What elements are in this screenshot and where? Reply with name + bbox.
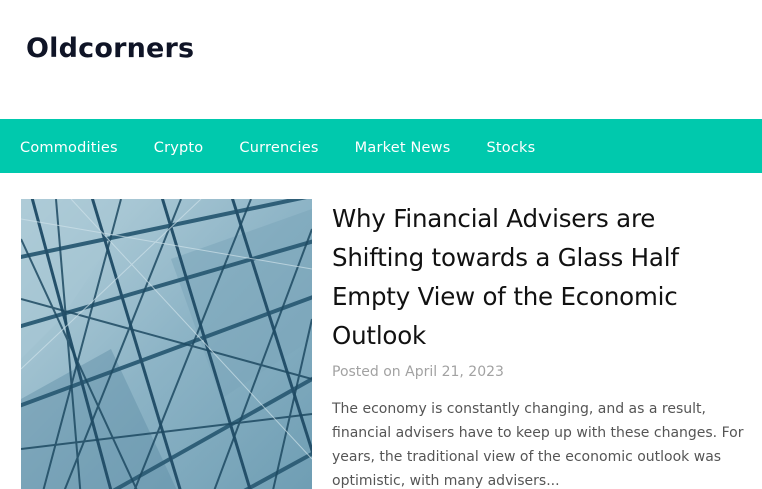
post-meta: Posted on April 21, 2023 (332, 364, 752, 380)
post-title-link[interactable]: Why Financial Advisers are Shifting towa… (332, 199, 752, 355)
nav-item-stocks: Stocks (487, 137, 536, 156)
nav-link-crypto[interactable]: Crypto (154, 140, 204, 156)
post-excerpt: The economy is constantly changing, and … (332, 401, 744, 489)
nav-link-currencies[interactable]: Currencies (239, 140, 318, 156)
nav-item-crypto: Crypto (154, 137, 204, 156)
nav-list: Commodities Crypto Currencies Market New… (0, 119, 762, 173)
post-card: Why Financial Advisers are Shifting towa… (0, 173, 762, 489)
nav-link-market-news[interactable]: Market News (355, 140, 451, 156)
post-date-link[interactable]: April 21, 2023 (405, 364, 504, 380)
nav-item-currencies: Currencies (239, 137, 318, 156)
glass-facade-image (21, 199, 312, 489)
nav-link-commodities[interactable]: Commodities (20, 140, 118, 156)
site-title-link[interactable]: Oldcorners (26, 33, 194, 64)
posted-on-label: Posted on (332, 364, 401, 380)
nav-item-market-news: Market News (355, 137, 451, 156)
main-navigation: Commodities Crypto Currencies Market New… (0, 119, 762, 173)
post-thumbnail-image[interactable] (21, 199, 312, 489)
nav-item-commodities: Commodities (20, 137, 118, 156)
post-body: Why Financial Advisers are Shifting towa… (332, 199, 752, 489)
nav-link-stocks[interactable]: Stocks (487, 140, 536, 156)
site-header: Oldcorners (0, 0, 762, 119)
